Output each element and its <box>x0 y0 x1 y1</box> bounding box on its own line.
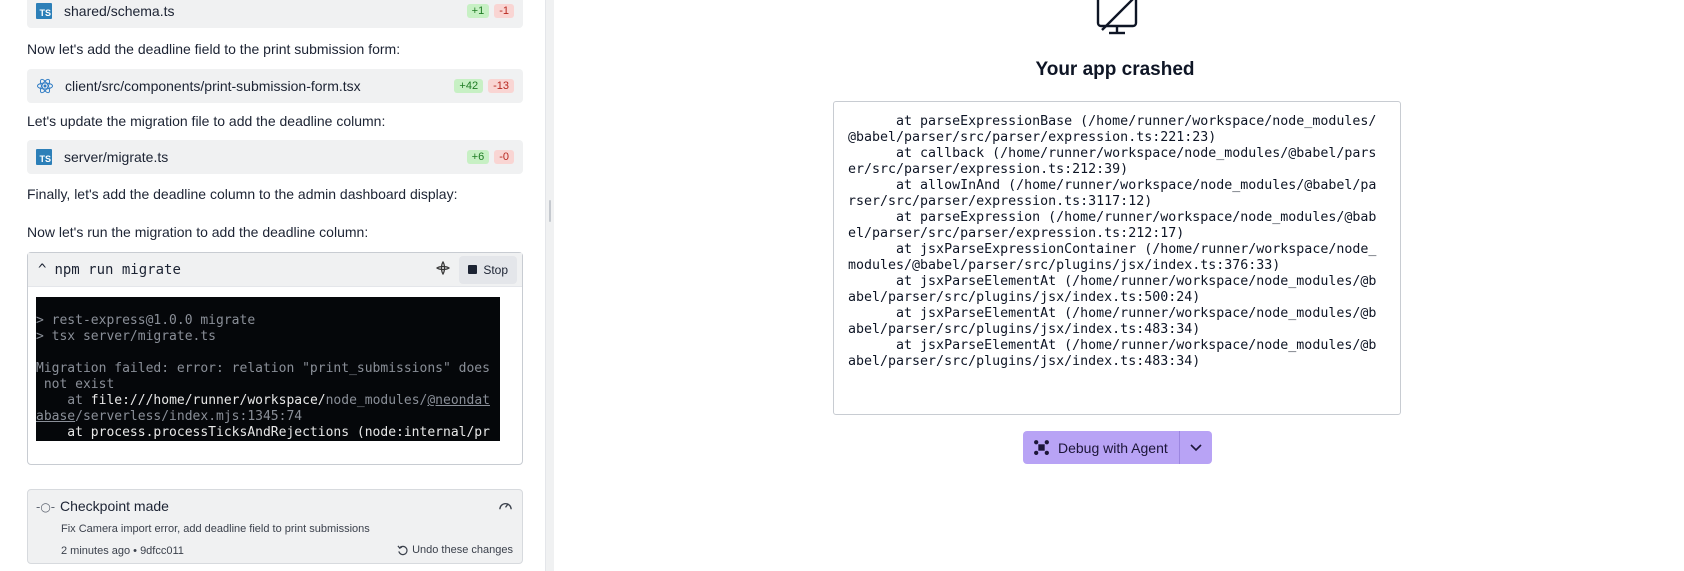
panel-resize-handle[interactable] <box>545 0 554 571</box>
collapse-caret-icon[interactable]: ^ <box>38 262 46 278</box>
crash-title: Your app crashed <box>1035 59 1195 80</box>
debug-with-agent-button[interactable]: Debug with Agent <box>1023 431 1179 464</box>
file-path: shared/schema.ts <box>64 3 175 19</box>
undo-changes-button[interactable]: Undo these changes <box>397 544 513 556</box>
terminal-line: > tsx server/migrate.ts <box>36 329 217 344</box>
typescript-icon: TS <box>36 149 52 165</box>
agent-chat-panel: TS shared/schema.ts +1 -1 Now let's add … <box>0 0 545 571</box>
agent-icon <box>1034 440 1049 455</box>
shell-command-card: ^ npm run migrate Stop > rest-express@1.… <box>27 252 523 465</box>
terminal-line: node_modules/ <box>325 393 428 408</box>
agent-message: Finally, let's add the deadline column t… <box>27 186 458 202</box>
stack-trace[interactable]: at parseExpressionBase (/home/runner/wor… <box>833 101 1401 415</box>
debug-options-dropdown[interactable] <box>1178 431 1212 464</box>
terminal-line: @neondat <box>427 393 490 408</box>
lines-removed-badge: -1 <box>494 4 514 18</box>
agent-message: Let's update the migration file to add t… <box>27 113 386 129</box>
terminal-line: Migration failed: error: relation "print… <box>36 361 490 376</box>
lines-removed-badge: -13 <box>488 79 514 93</box>
checkpoint-description: Fix Camera import error, add deadline fi… <box>61 523 370 535</box>
app-window: TS shared/schema.ts +1 -1 Now let's add … <box>0 0 1684 571</box>
checkpoint-meta: 2 minutes ago • 9dfcc011 <box>61 545 184 557</box>
debug-button-group: Debug with Agent <box>1023 431 1212 464</box>
monitor-off-icon <box>1096 0 1138 35</box>
stop-icon <box>468 265 478 274</box>
react-icon <box>37 78 53 94</box>
stop-label: Stop <box>483 262 508 277</box>
shell-command-header[interactable]: ^ npm run migrate Stop <box>28 253 522 287</box>
typescript-icon: TS <box>36 3 52 19</box>
stop-button[interactable]: Stop <box>459 255 517 284</box>
shell-command: npm run migrate <box>54 261 181 278</box>
agent-message: Now let's add the deadline field to the … <box>27 41 401 57</box>
undo-icon <box>397 545 408 555</box>
lines-added-badge: +1 <box>466 4 490 18</box>
file-path: server/migrate.ts <box>64 149 169 165</box>
agent-icon <box>436 260 451 278</box>
resize-grip[interactable] <box>549 200 551 222</box>
terminal-line: /serverless/index.mjs:1345:74 <box>75 409 303 424</box>
lines-removed-badge: -0 <box>494 150 514 164</box>
lines-added-badge: +42 <box>454 79 484 93</box>
undo-label: Undo these changes <box>412 544 513 556</box>
terminal-line: file:///home/runner/workspace/ <box>90 393 326 408</box>
lines-added-badge: +6 <box>466 150 490 164</box>
gauge-icon[interactable] <box>498 498 513 513</box>
terminal-line: at <box>36 393 91 408</box>
commit-icon: -○- <box>36 500 56 514</box>
agent-message: Now let's run the migration to add the d… <box>27 224 369 240</box>
file-change-card[interactable]: client/src/components/print-submission-f… <box>27 69 523 103</box>
chevron-down-icon <box>1190 443 1202 451</box>
terminal-line: abase <box>36 409 76 424</box>
terminal-line: > rest-express@1.0.0 migrate <box>36 313 256 328</box>
debug-label: Debug with Agent <box>1058 439 1168 456</box>
terminal-line: at process.processTicksAndRejections (no… <box>36 425 490 440</box>
file-change-card[interactable]: TS shared/schema.ts +1 -1 <box>27 0 523 28</box>
file-path: client/src/components/print-submission-f… <box>65 78 361 94</box>
terminal-output[interactable]: > rest-express@1.0.0 migrate > tsx serve… <box>36 297 500 441</box>
terminal-line: not exist <box>36 377 115 392</box>
checkpoint-title: Checkpoint made <box>60 498 169 514</box>
file-change-card[interactable]: TS server/migrate.ts +6 -0 <box>27 140 523 174</box>
checkpoint-card: -○- Checkpoint made Fix Camera import er… <box>27 489 523 564</box>
